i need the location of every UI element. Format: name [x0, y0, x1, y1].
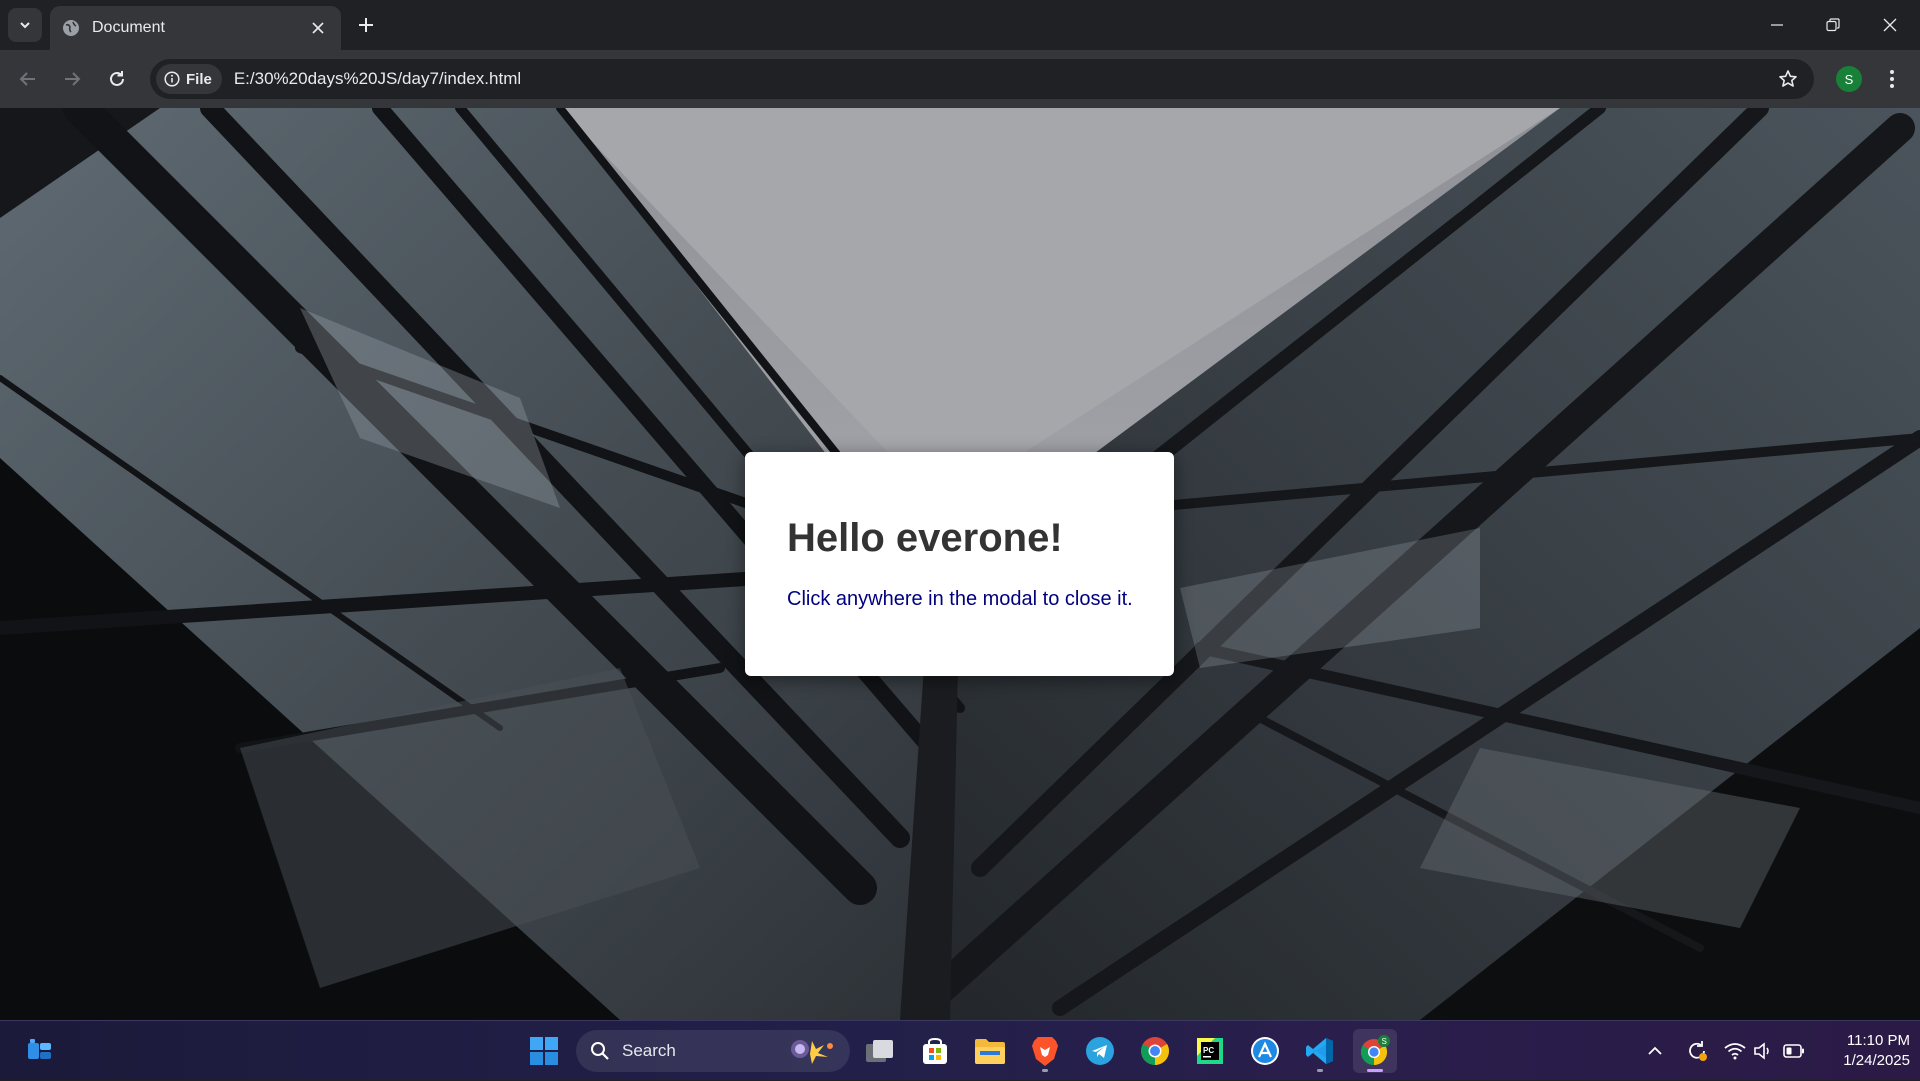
app-button[interactable] — [1243, 1029, 1287, 1073]
speaker-icon — [1754, 1042, 1769, 1060]
reload-icon — [110, 71, 124, 86]
folder-icon — [975, 1039, 1005, 1064]
telegram-button[interactable] — [1078, 1029, 1122, 1073]
running-indicator — [1317, 1069, 1323, 1072]
vscode-button[interactable] — [1298, 1029, 1342, 1073]
modal-dialog[interactable]: Hello everone! Click anywhere in the mod… — [745, 452, 1174, 676]
battery-button[interactable] — [1780, 1021, 1808, 1081]
windows-taskbar: Search PC S 11:10 PM 1/24/2025 — [0, 1020, 1920, 1080]
task-view-button[interactable] — [858, 1029, 902, 1073]
chrome-profile-icon: S — [1360, 1035, 1390, 1066]
minimize-button[interactable] — [1749, 0, 1805, 50]
minimize-icon — [1771, 24, 1783, 26]
wifi-button[interactable] — [1720, 1021, 1750, 1081]
close-tab-icon[interactable] — [307, 17, 329, 39]
telegram-icon — [1086, 1037, 1114, 1065]
reload-button[interactable] — [101, 63, 133, 95]
search-icon — [591, 1042, 609, 1060]
url-text[interactable]: E:/30%20days%20JS/day7/index.html — [234, 69, 1768, 89]
sync-status-button[interactable] — [1682, 1021, 1712, 1081]
brave-lion-icon — [1032, 1037, 1058, 1066]
brave-browser-button[interactable] — [1023, 1029, 1067, 1073]
new-tab-button[interactable] — [351, 10, 381, 40]
tab-search-button[interactable] — [8, 8, 42, 42]
volume-button[interactable] — [1750, 1021, 1776, 1081]
tab-title: Document — [92, 19, 165, 36]
chrome-icon — [1141, 1037, 1169, 1065]
pycharm-button[interactable]: PC — [1188, 1029, 1232, 1073]
clock-date: 1/24/2025 — [1843, 1052, 1910, 1069]
chevron-down-icon — [20, 22, 30, 29]
running-indicator — [1042, 1069, 1048, 1072]
globe-icon — [63, 20, 79, 36]
chrome-button[interactable] — [1133, 1029, 1177, 1073]
forward-button[interactable] — [56, 63, 88, 95]
file-explorer-button[interactable] — [968, 1029, 1012, 1073]
more-vertical-icon — [1890, 70, 1894, 88]
tab-strip: Document — [0, 0, 1920, 50]
system-clock[interactable]: 11:10 PM 1/24/2025 — [1810, 1031, 1910, 1071]
taskbar-search[interactable]: Search — [576, 1030, 850, 1072]
address-bar[interactable]: File E:/30%20days%20JS/day7/index.html — [150, 59, 1814, 99]
site-info-chip[interactable]: File — [156, 64, 222, 94]
info-icon — [164, 71, 180, 87]
restore-icon — [1826, 18, 1840, 32]
arrow-left-icon — [19, 72, 35, 86]
widgets-icon — [28, 1039, 51, 1059]
start-button[interactable] — [522, 1029, 566, 1073]
modal-instruction-text: Click anywhere in the modal to close it. — [787, 588, 1133, 610]
clock-time: 11:10 PM — [1846, 1032, 1910, 1049]
browser-toolbar: File E:/30%20days%20JS/day7/index.html S — [0, 50, 1920, 108]
back-button[interactable] — [12, 63, 44, 95]
plus-icon — [359, 18, 373, 32]
star-icon — [1779, 70, 1797, 87]
active-window-indicator — [1367, 1069, 1383, 1072]
pycharm-icon: PC — [1197, 1038, 1223, 1064]
close-window-button[interactable] — [1862, 0, 1918, 50]
taskbar-search-label: Search — [622, 1041, 676, 1060]
site-info-label: File — [186, 70, 212, 88]
arrow-right-icon — [65, 72, 81, 86]
search-highlight-icon — [791, 1040, 833, 1064]
tab-document[interactable]: Document — [50, 6, 341, 50]
chevron-up-icon — [1648, 1046, 1662, 1055]
widgets-button[interactable] — [18, 1029, 62, 1073]
store-icon — [923, 1037, 947, 1064]
page-viewport: Hello everone! Click anywhere in the mod… — [0, 108, 1920, 1020]
task-view-icon — [866, 1040, 893, 1062]
chrome-profile-button[interactable]: S — [1353, 1029, 1397, 1073]
profile-avatar[interactable]: S — [1836, 66, 1862, 92]
wifi-icon — [1724, 1043, 1746, 1060]
app-store-icon — [1251, 1037, 1279, 1065]
microsoft-store-button[interactable] — [913, 1029, 957, 1073]
battery-icon — [1783, 1044, 1804, 1058]
browser-menu-button[interactable] — [1876, 63, 1908, 95]
bookmark-button[interactable] — [1768, 59, 1808, 99]
modal-heading: Hello everone! — [787, 516, 1063, 560]
show-hidden-icons-button[interactable] — [1640, 1021, 1670, 1081]
windows-logo-icon — [530, 1037, 558, 1065]
vscode-icon — [1306, 1038, 1333, 1064]
sync-icon — [1689, 1041, 1707, 1061]
svg-text:S: S — [1382, 1037, 1387, 1046]
restore-button[interactable] — [1805, 0, 1861, 50]
svg-text:PC: PC — [1203, 1046, 1214, 1055]
close-icon — [1883, 18, 1897, 32]
